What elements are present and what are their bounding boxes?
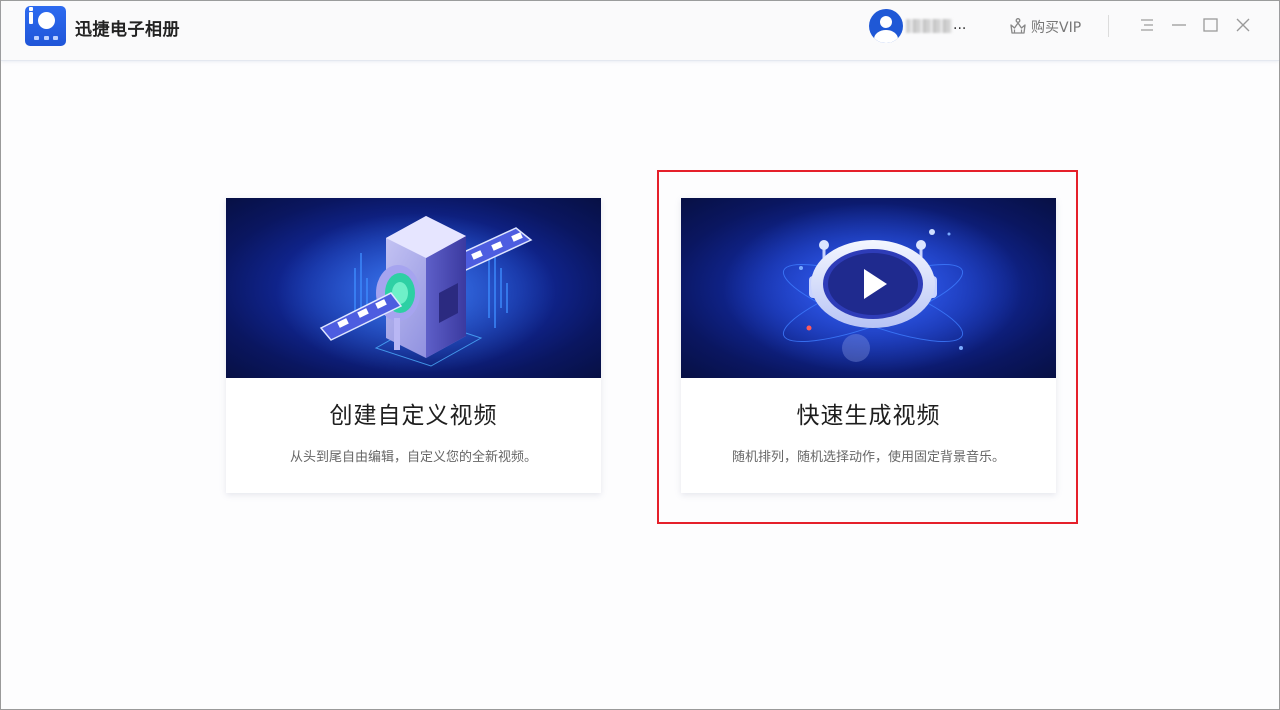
buy-vip-label: 购买VIP: [1031, 20, 1082, 36]
selection-highlight-box: [657, 170, 1078, 524]
film-machine-illustration: [226, 198, 601, 378]
username-blurred[interactable]: [906, 19, 952, 33]
card-description: 从头到尾自由编辑，自定义您的全新视频。: [289, 450, 537, 465]
app-window: 迅捷电子相册 ... 购买VIP 创建自定义视频 从头到尾自由编辑，自定义您的全…: [0, 0, 1280, 710]
menu-icon[interactable]: [1138, 15, 1158, 35]
buy-vip-button[interactable]: 购买VIP: [1008, 17, 1081, 37]
maximize-icon[interactable]: [1201, 15, 1221, 35]
title-bar-divider: [1108, 15, 1109, 37]
app-title: 迅捷电子相册: [75, 20, 180, 40]
card-title: 创建自定义视频: [329, 403, 498, 429]
create-custom-video-card[interactable]: 创建自定义视频 从头到尾自由编辑，自定义您的全新视频。: [226, 198, 601, 493]
app-logo-icon: [25, 6, 66, 46]
username-ellipsis[interactable]: ...: [953, 17, 966, 33]
user-avatar[interactable]: [869, 9, 903, 43]
minimize-icon[interactable]: [1169, 15, 1189, 35]
close-icon[interactable]: [1233, 15, 1253, 35]
title-bar: 迅捷电子相册 ... 购买VIP: [1, 1, 1279, 61]
crown-icon: [1008, 17, 1028, 37]
